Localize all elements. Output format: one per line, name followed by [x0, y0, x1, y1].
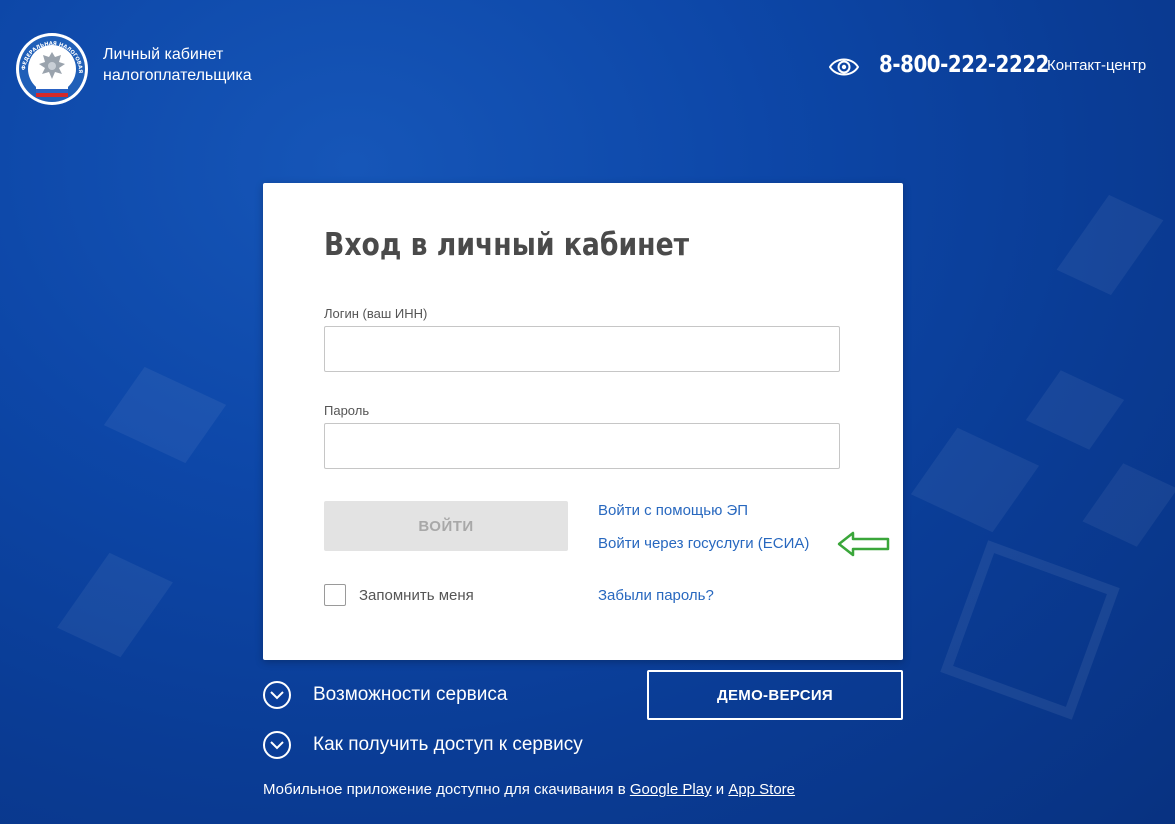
fns-logo: ФЕДЕРАЛЬНАЯ НАЛОГОВАЯ СЛУЖБА	[12, 28, 89, 106]
forgot-password-link[interactable]: Забыли пароль?	[598, 587, 714, 604]
mobile-note-text: Мобильное приложение доступно для скачив…	[263, 781, 626, 798]
login-input[interactable]	[324, 326, 840, 372]
mobile-note-and: и	[715, 781, 725, 798]
eye-icon[interactable]	[828, 54, 860, 80]
bg-shape	[910, 427, 1040, 533]
mobile-app-note: Мобильное приложение доступно для скачив…	[263, 781, 795, 798]
arrow-left-icon	[836, 530, 892, 558]
bg-shape	[57, 552, 173, 658]
demo-button[interactable]: ДЕМО-ВЕРСИЯ	[647, 670, 903, 720]
password-label: Пароль	[324, 403, 370, 418]
ep-login-link[interactable]: Войти с помощью ЭП	[598, 502, 748, 519]
remember-checkbox[interactable]	[324, 584, 346, 606]
login-label: Логин (ваш ИНН)	[324, 306, 428, 321]
remember-label: Запомнить меня	[359, 587, 474, 604]
google-play-link[interactable]: Google Play	[630, 781, 712, 798]
brand-title: Личный кабинет налогоплательщика	[103, 46, 252, 84]
bg-shape	[1082, 463, 1175, 547]
app-store-link[interactable]: App Store	[728, 781, 795, 798]
bg-shape	[103, 366, 227, 464]
features-expander[interactable]: Возможности сервиса	[263, 680, 507, 710]
password-input[interactable]	[324, 423, 840, 469]
contact-phone: 8-800-222-2222	[879, 52, 1050, 78]
login-card: Вход в личный кабинет Логин (ваш ИНН) Па…	[263, 183, 903, 660]
chevron-down-icon	[263, 681, 291, 709]
page-title: Вход в личный кабинет	[324, 227, 690, 263]
login-button[interactable]: ВОЙТИ	[324, 501, 568, 551]
access-expander[interactable]: Как получить доступ к сервису	[263, 730, 583, 760]
contact-center-link[interactable]: Контакт-центр	[1047, 57, 1146, 74]
bg-shape	[940, 540, 1120, 720]
bg-shape	[1025, 370, 1125, 450]
access-label: Как получить доступ к сервису	[313, 734, 583, 755]
bg-shape	[1056, 194, 1164, 296]
features-label: Возможности сервиса	[313, 684, 508, 705]
chevron-down-icon	[263, 731, 291, 759]
esia-login-link[interactable]: Войти через госуслуги (ЕСИА)	[598, 535, 809, 552]
